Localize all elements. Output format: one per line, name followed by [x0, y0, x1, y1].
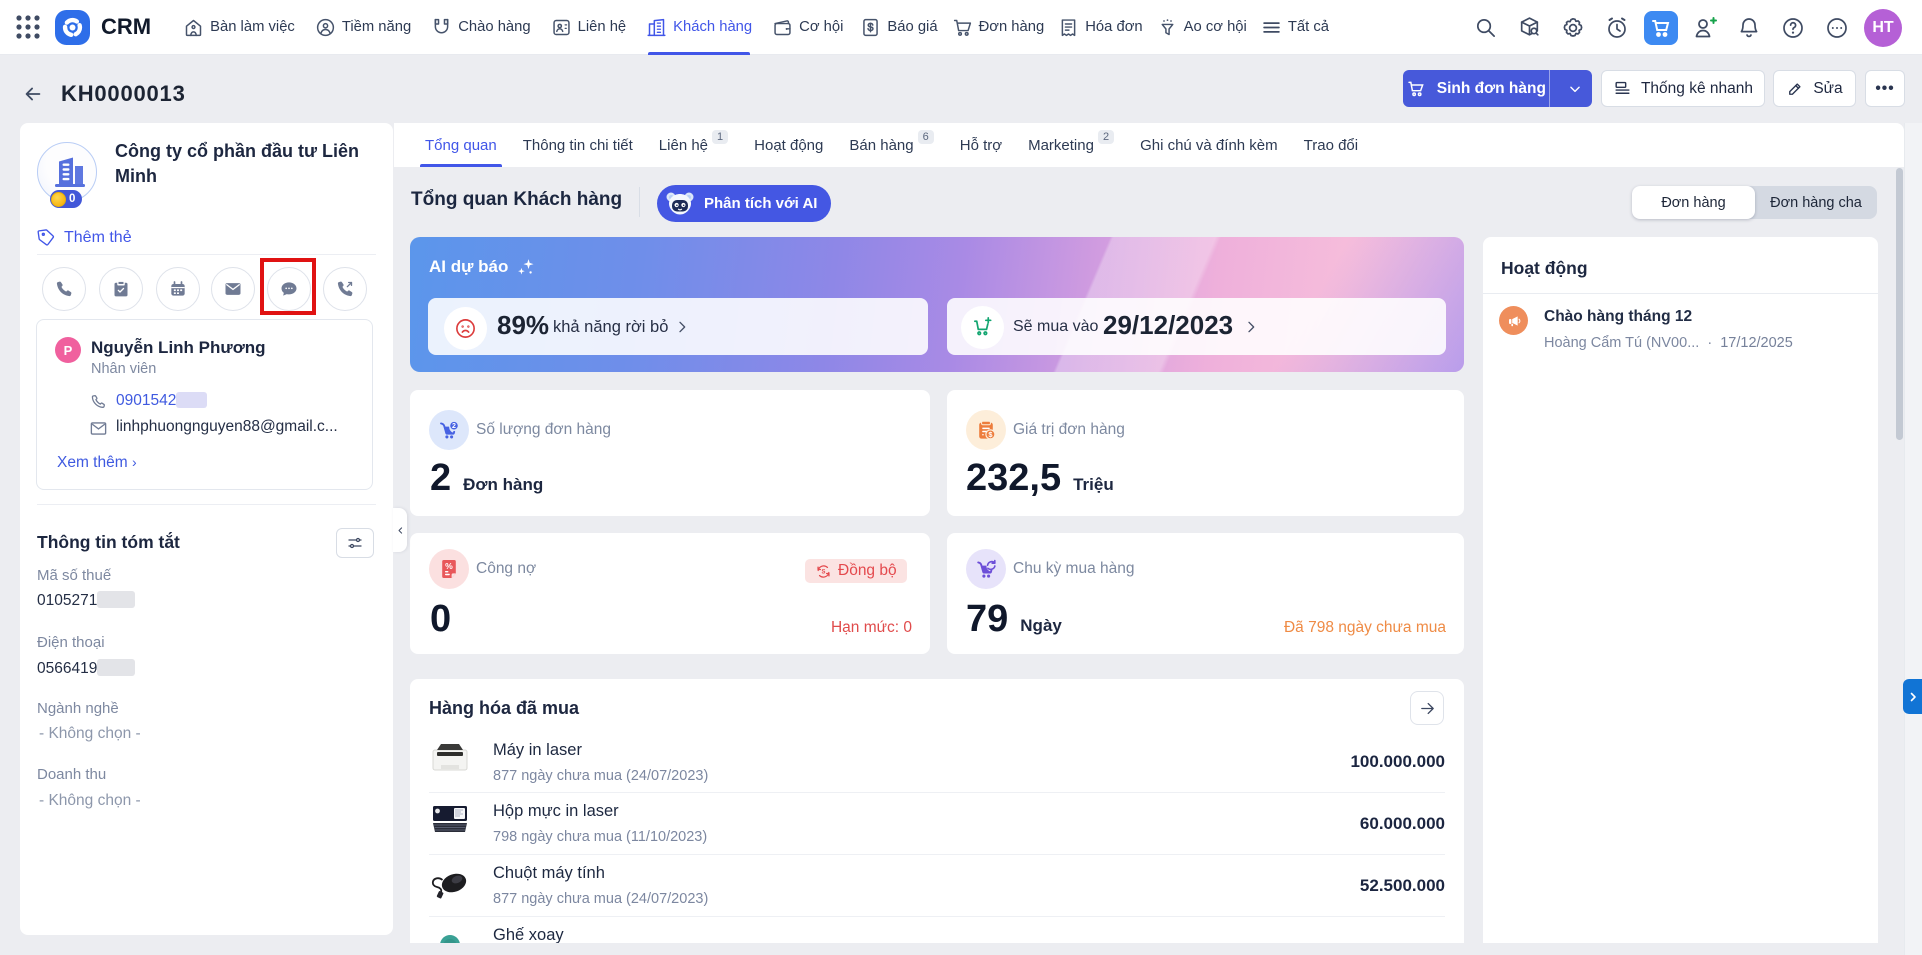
svg-text:S: S: [822, 569, 826, 575]
svg-text:$: $: [988, 430, 992, 439]
svg-text:2: 2: [452, 423, 456, 430]
svg-text:%: %: [445, 561, 453, 571]
